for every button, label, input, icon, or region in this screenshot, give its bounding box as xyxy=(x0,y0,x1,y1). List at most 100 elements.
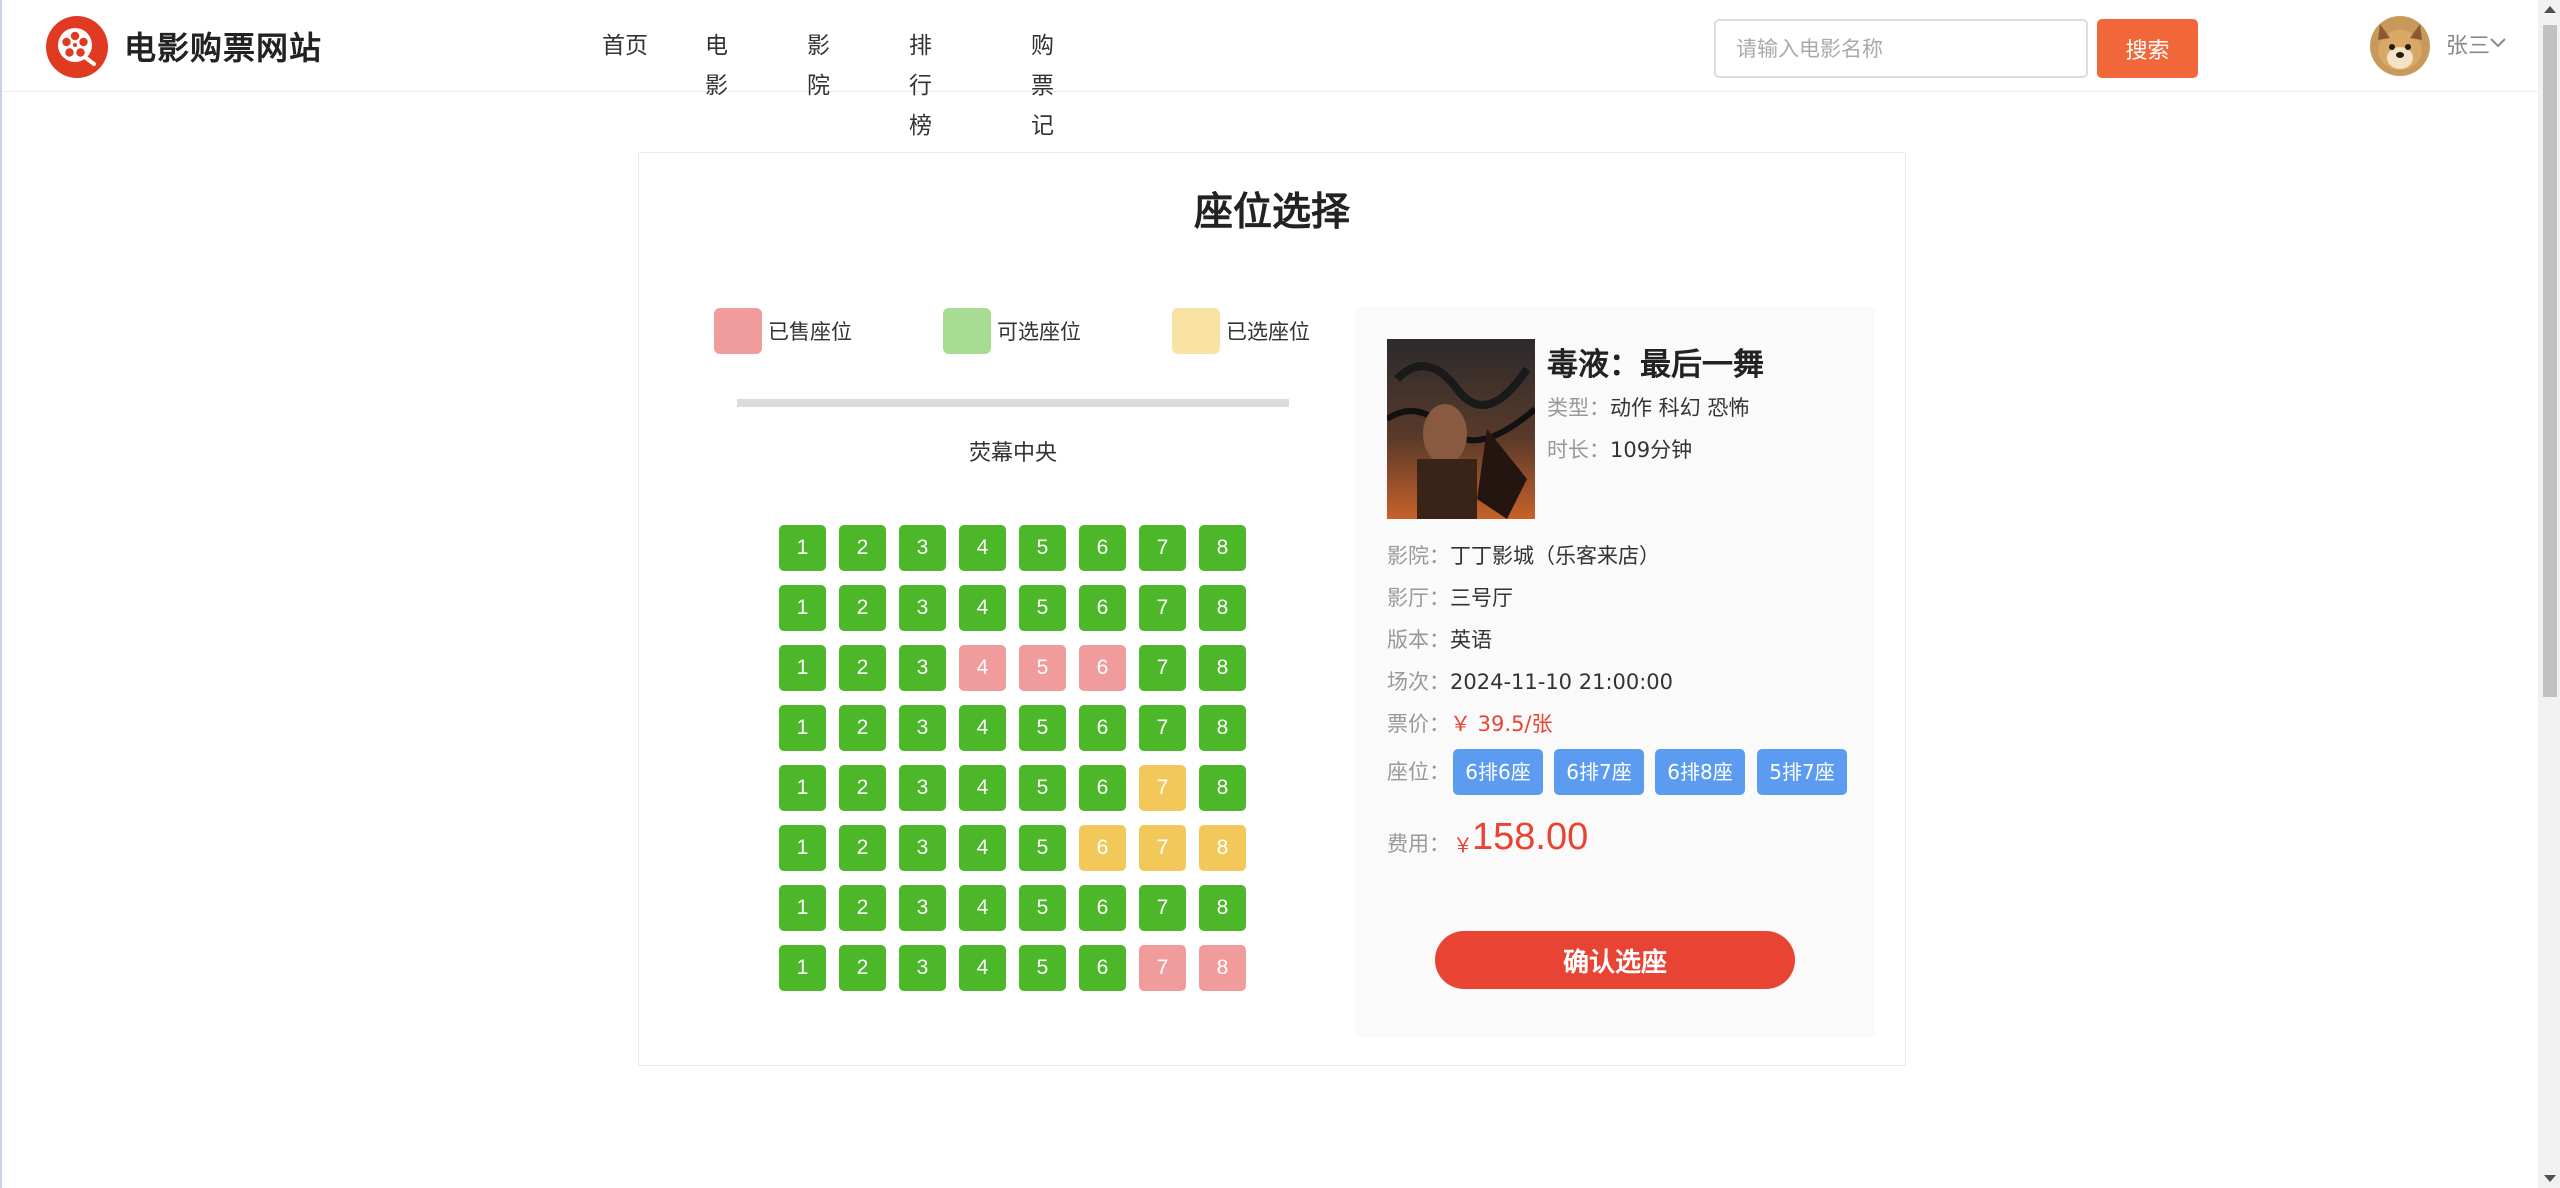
seat-available[interactable]: 4 xyxy=(959,585,1006,631)
seat-available[interactable]: 4 xyxy=(959,765,1006,811)
duration-row: 时长：109分钟 xyxy=(1547,433,1692,467)
seat-available[interactable]: 2 xyxy=(839,825,886,871)
cinema-value: 丁丁影城（乐客来店） xyxy=(1450,544,1660,568)
seat-selection-card: 座位选择 已售座位 可选座位 已选座位 荧幕中央 123456781234567… xyxy=(638,152,1906,1066)
legend-available-label: 可选座位 xyxy=(997,320,1081,344)
seat-sold: 4 xyxy=(959,645,1006,691)
seat-tag[interactable]: 6排7座 xyxy=(1554,749,1644,795)
showtime-row: 场次：2024-11-10 21:00:00 xyxy=(1387,665,1673,699)
seat-available[interactable]: 7 xyxy=(1139,645,1186,691)
nav-movies[interactable]: 电影 xyxy=(705,26,728,106)
film-reel-logo-icon[interactable] xyxy=(46,16,108,78)
legend-sold: 已售座位 xyxy=(714,308,852,354)
seat-available[interactable]: 3 xyxy=(899,525,946,571)
seat-available[interactable]: 6 xyxy=(1079,765,1126,811)
seat-available[interactable]: 5 xyxy=(1019,585,1066,631)
seat-tag[interactable]: 6排8座 xyxy=(1655,749,1745,795)
seat-selected[interactable]: 7 xyxy=(1139,825,1186,871)
seat-available[interactable]: 5 xyxy=(1019,825,1066,871)
seat-available[interactable]: 6 xyxy=(1079,525,1126,571)
seat-available[interactable]: 1 xyxy=(779,525,826,571)
seat-sold: 6 xyxy=(1079,645,1126,691)
seat-available[interactable]: 3 xyxy=(899,645,946,691)
seat-selected[interactable]: 8 xyxy=(1199,825,1246,871)
site-title[interactable]: 电影购票网站 xyxy=(124,24,322,72)
seat-available[interactable]: 7 xyxy=(1139,705,1186,751)
cinema-label: 影院： xyxy=(1387,544,1450,568)
scroll-up-arrow-icon[interactable] xyxy=(2544,6,2556,13)
avatar[interactable] xyxy=(2370,16,2430,76)
seat-available[interactable]: 4 xyxy=(959,705,1006,751)
chevron-down-icon[interactable] xyxy=(2489,36,2507,50)
seat-available[interactable]: 8 xyxy=(1199,645,1246,691)
screen-bar xyxy=(737,399,1289,407)
movie-poster-image xyxy=(1387,339,1535,519)
fee-value: 158.00 xyxy=(1472,816,1589,858)
seat-available[interactable]: 2 xyxy=(839,885,886,931)
search-input[interactable] xyxy=(1714,19,2088,78)
genre-row: 类型：动作 科幻 恐怖 xyxy=(1547,391,1749,425)
seat-available[interactable]: 2 xyxy=(839,585,886,631)
seat-available[interactable]: 2 xyxy=(839,705,886,751)
legend-selected-label: 已选座位 xyxy=(1226,320,1310,344)
seat-available[interactable]: 1 xyxy=(779,765,826,811)
seat-available[interactable]: 8 xyxy=(1199,885,1246,931)
seat-available[interactable]: 8 xyxy=(1199,525,1246,571)
version-value: 英语 xyxy=(1450,628,1492,652)
seat-available[interactable]: 3 xyxy=(899,825,946,871)
username[interactable]: 张三 xyxy=(2446,28,2490,66)
seat-available[interactable]: 4 xyxy=(959,525,1006,571)
seat-available[interactable]: 1 xyxy=(779,645,826,691)
seat-available[interactable]: 1 xyxy=(779,825,826,871)
seat-available[interactable]: 3 xyxy=(899,945,946,991)
confirm-seat-button[interactable]: 确认选座 xyxy=(1435,931,1795,989)
scroll-down-arrow-icon[interactable] xyxy=(2544,1175,2556,1182)
seat-available[interactable]: 5 xyxy=(1019,765,1066,811)
seat-available[interactable]: 3 xyxy=(899,885,946,931)
seat-tag[interactable]: 5排7座 xyxy=(1757,749,1847,795)
seat-available[interactable]: 6 xyxy=(1079,945,1126,991)
seat-available[interactable]: 5 xyxy=(1019,885,1066,931)
hall-value: 三号厅 xyxy=(1450,586,1513,610)
nav-cinemas[interactable]: 影院 xyxy=(807,26,830,106)
seat-available[interactable]: 2 xyxy=(839,765,886,811)
seat-selected[interactable]: 7 xyxy=(1139,765,1186,811)
vertical-scrollbar[interactable] xyxy=(2538,0,2560,1188)
seat-available[interactable]: 8 xyxy=(1199,705,1246,751)
seat-available[interactable]: 3 xyxy=(899,705,946,751)
seat-selected[interactable]: 6 xyxy=(1079,825,1126,871)
search-button[interactable]: 搜索 xyxy=(2097,19,2198,78)
seat-available[interactable]: 4 xyxy=(959,945,1006,991)
seat-available[interactable]: 2 xyxy=(839,645,886,691)
seat-available[interactable]: 7 xyxy=(1139,885,1186,931)
seat-available[interactable]: 4 xyxy=(959,885,1006,931)
seat-available[interactable]: 5 xyxy=(1019,945,1066,991)
seat-available[interactable]: 4 xyxy=(959,825,1006,871)
seat-available[interactable]: 6 xyxy=(1079,585,1126,631)
seat-available[interactable]: 1 xyxy=(779,705,826,751)
nav-rankings[interactable]: 排行榜 xyxy=(909,26,932,146)
seat-available[interactable]: 6 xyxy=(1079,705,1126,751)
scroll-thumb[interactable] xyxy=(2543,25,2557,697)
seat-available[interactable]: 7 xyxy=(1139,525,1186,571)
seat-sold: 8 xyxy=(1199,945,1246,991)
seat-available[interactable]: 2 xyxy=(839,525,886,571)
seat-available[interactable]: 5 xyxy=(1019,705,1066,751)
seat-available[interactable]: 8 xyxy=(1199,585,1246,631)
duration-value: 109分钟 xyxy=(1610,438,1693,462)
seat-tag[interactable]: 6排6座 xyxy=(1453,749,1543,795)
seat-available[interactable]: 7 xyxy=(1139,585,1186,631)
seat-available[interactable]: 3 xyxy=(899,585,946,631)
nav-home[interactable]: 首页 xyxy=(602,26,648,66)
seat-available[interactable]: 1 xyxy=(779,945,826,991)
seat-available[interactable]: 5 xyxy=(1019,525,1066,571)
seat-available[interactable]: 1 xyxy=(779,585,826,631)
seat-available[interactable]: 1 xyxy=(779,885,826,931)
showtime-label: 场次： xyxy=(1387,670,1450,694)
seat-available[interactable]: 6 xyxy=(1079,885,1126,931)
seat-available[interactable]: 2 xyxy=(839,945,886,991)
fee-label: 费用： xyxy=(1387,832,1450,856)
seat-available[interactable]: 8 xyxy=(1199,765,1246,811)
seat-available[interactable]: 3 xyxy=(899,765,946,811)
price-row: 票价：￥ 39.5/张 xyxy=(1387,707,1553,741)
